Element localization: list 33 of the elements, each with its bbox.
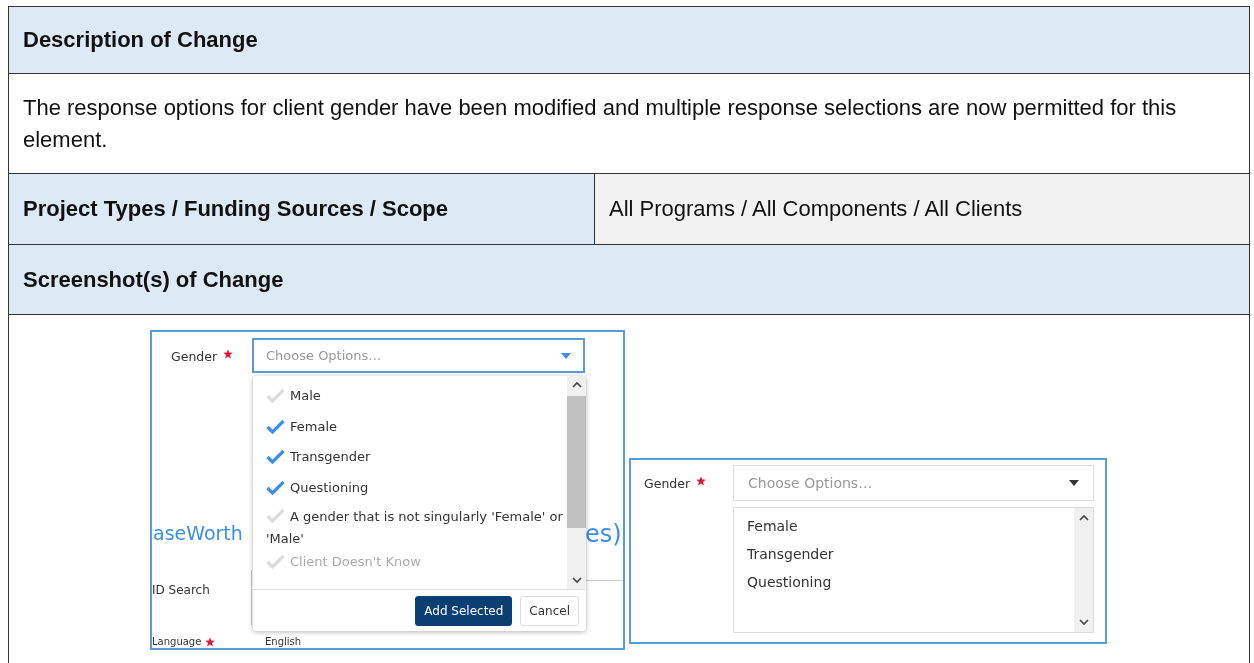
dropdown-caret-icon[interactable] — [1069, 480, 1079, 486]
id-search-label: ID Search — [152, 583, 210, 597]
scroll-down-icon[interactable] — [1078, 619, 1089, 626]
gender-label: Gender — [644, 476, 691, 491]
language-label: Language — [152, 636, 202, 647]
scope-value: All Programs / All Components / All Clients — [609, 196, 1023, 222]
description-text: The response options for client gender have been modified and multiple response selections are now permitted for this element. — [23, 94, 1178, 154]
section-heading: Description of Change — [23, 27, 258, 53]
scrollbar-thumb[interactable] — [567, 396, 586, 528]
option-item[interactable]: Female — [266, 414, 567, 445]
option-item[interactable]: Questioning — [266, 475, 567, 506]
scrollbar[interactable] — [567, 376, 586, 589]
select-placeholder: Choose Options… — [266, 348, 382, 363]
selected-option[interactable]: Female — [747, 518, 1074, 534]
scope-label: Project Types / Funding Sources / Scope — [23, 196, 448, 222]
option-item[interactable]: Male — [266, 384, 567, 415]
scroll-down-icon[interactable] — [571, 577, 582, 584]
section-heading: Screenshot(s) of Change — [23, 266, 284, 293]
gender-label: Gender — [171, 349, 218, 364]
scrollbar[interactable] — [1074, 508, 1093, 632]
option-item[interactable]: Transgender — [266, 445, 567, 476]
option-item[interactable]: A gender that is not singularly 'Female' or 'Male' — [266, 506, 567, 550]
add-selected-button[interactable]: Add Selected — [415, 595, 513, 626]
selected-option[interactable]: Questioning — [747, 574, 1074, 590]
cancel-button[interactable]: Cancel — [520, 595, 579, 626]
language-value: English — [265, 636, 302, 647]
selected-option[interactable]: Transgender — [747, 546, 1074, 562]
page-title-fragment: aseWorth — [153, 522, 243, 544]
scroll-up-icon[interactable] — [1078, 514, 1089, 521]
page-title-fragment: es) — [585, 520, 622, 548]
required-star-icon — [205, 636, 216, 647]
select-placeholder: Choose Options… — [748, 475, 873, 491]
scroll-up-icon[interactable] — [571, 381, 582, 388]
